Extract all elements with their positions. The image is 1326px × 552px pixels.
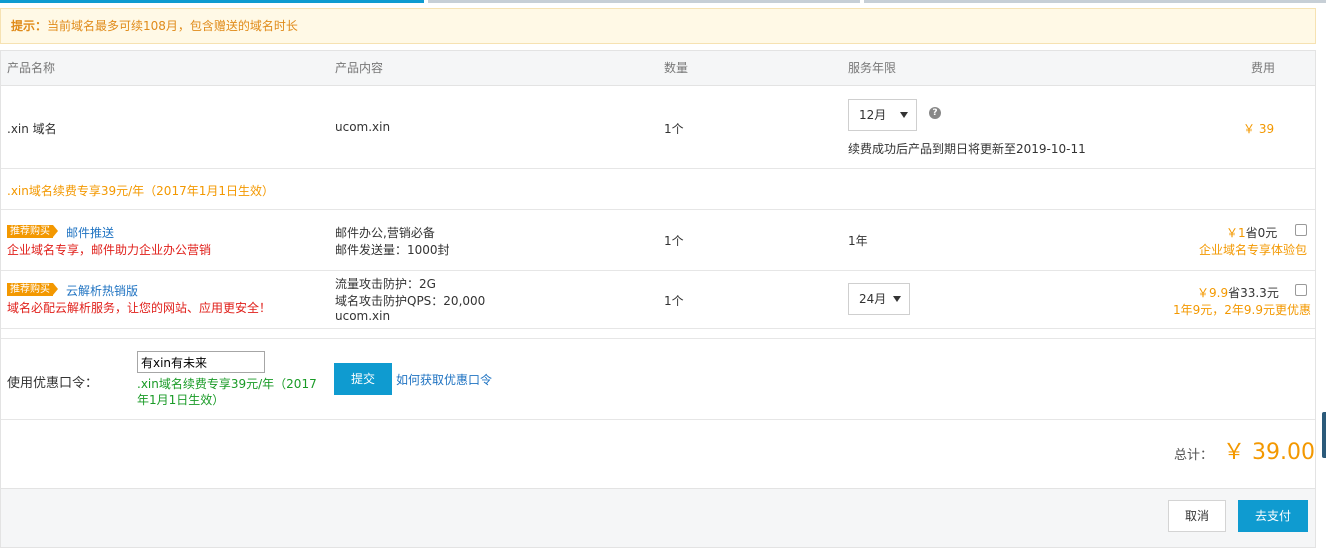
mail-row: 推荐购买 邮件推送 企业域名专享，邮件助力企业办公营销 邮件办公,营销必备 邮件… [1, 210, 1315, 271]
order-card: 产品名称 产品内容 数量 服务年限 费用 .xin 域名 ucom.xin 1个… [0, 50, 1316, 548]
mail-price: ￥1 [1226, 226, 1246, 240]
dns-select-checkbox[interactable] [1295, 284, 1307, 296]
dns-price: ￥9.9 [1197, 286, 1229, 300]
coupon-input[interactable] [137, 351, 265, 373]
dns-quantity: 1个 [664, 294, 684, 308]
chevron-down-icon [893, 296, 901, 302]
pay-button[interactable]: 去支付 [1238, 500, 1308, 532]
dns-content-3: ucom.xin [335, 309, 391, 323]
expire-note: 续费成功后产品到期日将更新至2019-10-11 [848, 142, 1086, 156]
dns-term-value: 24月 [859, 292, 887, 306]
dns-product-link[interactable]: 云解析热销版 [66, 282, 138, 299]
progress-strip [0, 0, 1326, 4]
coupon-section: 使用优惠口令： .xin域名续费专享39元/年（2017年1月1日生效） 提交 … [1, 338, 1315, 420]
dns-term-select[interactable]: 24月 [848, 283, 910, 315]
header-service-term: 服务年限 [848, 61, 897, 75]
dns-saving: 省33.3元 [1228, 286, 1279, 300]
header-product-name: 产品名称 [7, 61, 56, 75]
dns-price-group: ￥9.9省33.3元 [1197, 284, 1279, 301]
header-product-content: 产品内容 [335, 61, 384, 75]
recommend-badge: 推荐购买 [7, 283, 58, 296]
total-amount: ￥ 39.00 [1223, 440, 1315, 465]
coupon-label: 使用优惠口令： [7, 376, 99, 391]
promo-row: .xin域名续费专享39元/年（2017年1月1日生效） [1, 169, 1315, 210]
mail-quantity: 1个 [664, 234, 684, 248]
recommend-badge: 推荐购买 [7, 225, 58, 238]
mail-note: 企业域名专享体验包 [1199, 243, 1308, 257]
domain-price: ￥ 39 [1243, 122, 1275, 136]
dns-content-1: 流量攻击防护：2G [335, 277, 436, 291]
mail-content-2: 邮件发送量：1000封 [335, 243, 450, 257]
help-icon[interactable]: ? [929, 107, 941, 119]
total-label: 总计： [1174, 448, 1214, 463]
dns-content-2: 域名攻击防护QPS：20,000 [335, 294, 486, 308]
promo-line: .xin域名续费专享39元/年（2017年1月1日生效） [7, 184, 274, 198]
dns-subtitle: 域名必配云解析服务，让您的网站、应用更安全！ [7, 301, 272, 315]
mail-subtitle: 企业域名专享，邮件助力企业办公营销 [7, 243, 212, 257]
mail-content-1: 邮件办公,营销必备 [335, 226, 435, 240]
table-header: 产品名称 产品内容 数量 服务年限 费用 [1, 51, 1315, 86]
action-footer: 取消 去支付 [1, 488, 1315, 547]
coupon-hint: .xin域名续费专享39元/年（2017年1月1日生效） [137, 377, 317, 407]
header-quantity: 数量 [664, 61, 689, 75]
domain-quantity: 1个 [664, 122, 684, 136]
cancel-button[interactable]: 取消 [1168, 500, 1226, 532]
domain-name: .xin 域名 [7, 122, 57, 136]
notice-lead: 提示： [11, 19, 48, 33]
mail-select-checkbox[interactable] [1295, 224, 1307, 236]
dns-note: 1年9元，2年9.9元更优惠 [1173, 303, 1311, 317]
domain-content: ucom.xin [335, 120, 391, 134]
mail-term: 1年 [848, 234, 868, 248]
coupon-help-link[interactable]: 如何获取优惠口令 [396, 371, 492, 388]
header-cost: 费用 [1251, 61, 1276, 75]
domain-term-select[interactable]: 12月 [848, 99, 917, 131]
renewal-notice: 提示：当前域名最多可续108月，包含赠送的域名时长 [0, 8, 1316, 44]
notice-text: 当前域名最多可续108月，包含赠送的域名时长 [47, 19, 298, 33]
coupon-submit-button[interactable]: 提交 [334, 363, 392, 395]
domain-term-value: 12月 [859, 108, 887, 122]
scrollbar-thumb[interactable] [1322, 412, 1326, 458]
mail-product-link[interactable]: 邮件推送 [66, 224, 114, 241]
mail-saving: 省0元 [1245, 226, 1278, 240]
dns-row: 推荐购买 云解析热销版 域名必配云解析服务，让您的网站、应用更安全！ 流量攻击防… [1, 271, 1315, 329]
chevron-down-icon [900, 112, 908, 118]
domain-row: .xin 域名 ucom.xin 1个 12月 ? 续费成功后产品到期日将更新至… [1, 87, 1315, 169]
mail-price-group: ￥1省0元 [1226, 224, 1277, 241]
